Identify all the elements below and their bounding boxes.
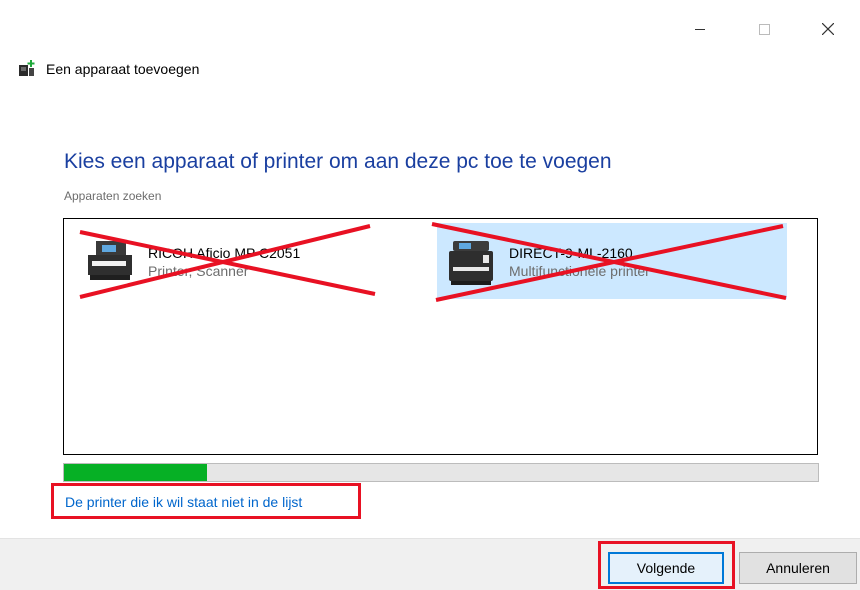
- add-device-icon: [19, 60, 35, 76]
- titlebar: Een apparaat toevoegen: [18, 60, 199, 78]
- device-item-direct[interactable]: DIRECT-9-ML-2160 Multifunctionele printe…: [437, 223, 787, 299]
- search-progress-bar: [63, 463, 819, 482]
- close-icon: [822, 23, 834, 35]
- add-device-window: Een apparaat toevoegen Kies een apparaat…: [0, 0, 860, 590]
- device-name: RICOH Aficio MP C2051: [148, 245, 301, 261]
- window-controls: [668, 14, 860, 44]
- cancel-button[interactable]: Annuleren: [739, 552, 857, 584]
- window-title: Een apparaat toevoegen: [46, 61, 200, 77]
- device-item-ricoh[interactable]: RICOH Aficio MP C2051 Printer, Scanner: [78, 223, 378, 299]
- printer-not-listed-link[interactable]: De printer die ik wil staat niet in de l…: [65, 494, 302, 510]
- next-button[interactable]: Volgende: [608, 552, 724, 584]
- device-list[interactable]: RICOH Aficio MP C2051 Printer, Scanner D…: [63, 218, 818, 455]
- maximize-button[interactable]: [732, 14, 796, 44]
- device-type: Printer, Scanner: [148, 263, 249, 279]
- device-name: DIRECT-9-ML-2160: [509, 245, 633, 261]
- printer-icon: [88, 241, 132, 280]
- device-type: Multifunctionele printer: [509, 263, 650, 279]
- minimize-button[interactable]: [668, 14, 732, 44]
- multifunction-printer-icon: [449, 241, 493, 285]
- close-button[interactable]: [796, 14, 860, 44]
- progress-fill: [64, 464, 208, 481]
- page-heading: Kies een apparaat of printer om aan deze…: [64, 150, 612, 173]
- search-status: Apparaten zoeken: [64, 189, 162, 203]
